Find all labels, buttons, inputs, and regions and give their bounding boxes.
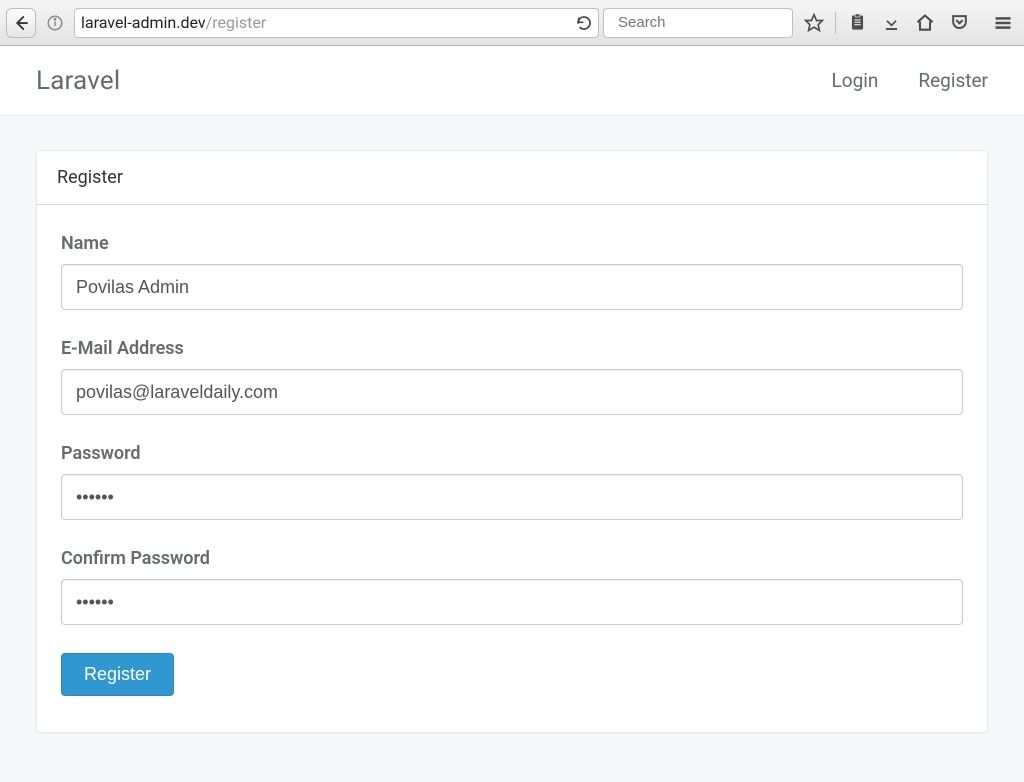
url-text: laravel-admin.dev/register xyxy=(81,13,570,32)
nav-login-link[interactable]: Login xyxy=(832,69,879,92)
confirm-password-input[interactable] xyxy=(61,579,963,625)
browser-search-input[interactable] xyxy=(618,14,817,31)
form-group-name: Name xyxy=(61,233,963,310)
name-label: Name xyxy=(61,233,963,254)
app-navbar: Laravel Login Register xyxy=(0,46,1024,116)
reload-icon[interactable] xyxy=(576,15,592,31)
password-label: Password xyxy=(61,443,963,464)
home-button[interactable] xyxy=(910,8,940,38)
identity-info-button[interactable] xyxy=(40,8,70,38)
panel-body: Name E-Mail Address Password Confirm Pas… xyxy=(37,205,987,732)
back-arrow-icon xyxy=(12,14,30,32)
register-panel: Register Name E-Mail Address Password Co… xyxy=(36,150,988,733)
browser-toolbar: laravel-admin.dev/register xyxy=(0,0,1024,46)
pocket-icon xyxy=(950,13,969,32)
panel-title: Register xyxy=(37,151,987,205)
url-bar[interactable]: laravel-admin.dev/register xyxy=(74,8,599,38)
email-input[interactable] xyxy=(61,369,963,415)
password-input[interactable] xyxy=(61,474,963,520)
confirm-password-label: Confirm Password xyxy=(61,548,963,569)
downloads-button[interactable] xyxy=(876,8,906,38)
nav-register-link[interactable]: Register xyxy=(918,69,988,92)
email-label: E-Mail Address xyxy=(61,338,963,359)
back-button[interactable] xyxy=(6,8,36,38)
clipboard-icon xyxy=(848,13,867,32)
menu-button[interactable] xyxy=(988,8,1018,38)
home-icon xyxy=(915,13,935,33)
nav-links: Login Register xyxy=(832,69,988,92)
register-button[interactable]: Register xyxy=(61,653,174,696)
info-icon xyxy=(46,14,64,32)
toolbar-icons xyxy=(797,8,1018,38)
form-group-confirm-password: Confirm Password xyxy=(61,548,963,625)
toolbar-separator xyxy=(835,12,836,34)
brand-link[interactable]: Laravel xyxy=(36,66,120,96)
star-icon xyxy=(804,13,824,33)
page-content: Register Name E-Mail Address Password Co… xyxy=(0,116,1024,767)
clipboard-button[interactable] xyxy=(842,8,872,38)
form-group-password: Password xyxy=(61,443,963,520)
download-arrow-icon xyxy=(882,13,901,32)
pocket-button[interactable] xyxy=(944,8,974,38)
form-group-email: E-Mail Address xyxy=(61,338,963,415)
bookmark-button[interactable] xyxy=(799,8,829,38)
name-input[interactable] xyxy=(61,264,963,310)
hamburger-icon xyxy=(993,13,1013,33)
browser-search-bar[interactable] xyxy=(603,8,793,38)
